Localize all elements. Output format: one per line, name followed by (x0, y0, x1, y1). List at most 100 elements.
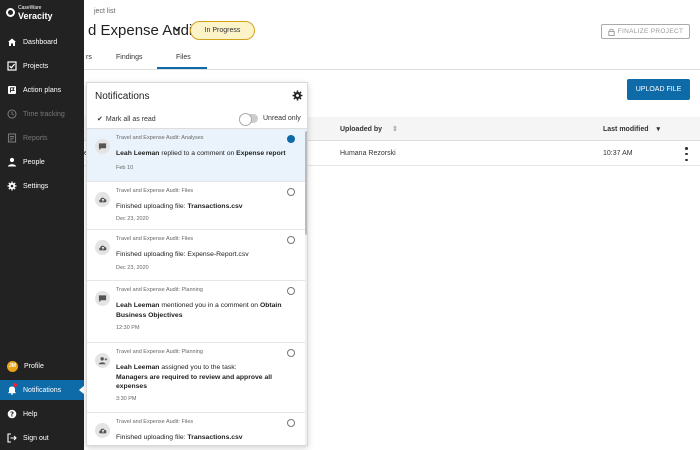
divider (84, 69, 700, 70)
mark-all-read-button[interactable]: ✔ Mark all as read (97, 115, 156, 124)
unread-only-toggle[interactable] (239, 113, 258, 126)
notifications-panel: Notifications ✔ Mark all as read Unread … (86, 82, 308, 446)
sidebar-item-notifications[interactable]: Notifications (0, 380, 85, 400)
notification-time: Dec 23, 2020 (116, 216, 149, 222)
sort-icon: ⇕ (391, 126, 398, 133)
sidebar-item-label: Action plans (23, 86, 62, 94)
sidebar-item-label: Projects (23, 62, 49, 70)
sidebar-item-people[interactable]: People (0, 152, 84, 172)
person-icon (7, 157, 17, 167)
gear-icon (7, 181, 17, 191)
tab-findings[interactable]: Findings (116, 54, 142, 61)
notification-message: Finished uploading file: Transactions.cs… (116, 203, 243, 210)
help-icon: ? (7, 409, 17, 419)
column-header-uploaded-by[interactable]: Uploaded by ⇕ (340, 125, 398, 133)
sidebar-item-label: Profile (24, 362, 44, 370)
notification-time: Dec 23, 2020 (116, 265, 149, 271)
notification-message: Finished uploading file: Expense-Report.… (116, 251, 249, 258)
notification-item[interactable]: Travel and Expense Audit: Planning Leah … (87, 343, 305, 413)
cell-last-modified: 10:37 AM (603, 150, 633, 157)
notification-time: 3:30 PM (116, 396, 137, 402)
sidebar-item-time-tracking[interactable]: Time tracking (0, 104, 84, 124)
notification-message: Finished uploading file: Transactions.cs… (116, 434, 243, 441)
notification-message: Leah Leeman mentioned you in a comment o… (116, 302, 282, 319)
cloud-upload-icon (95, 192, 110, 207)
sidebar-item-label: Reports (23, 134, 48, 142)
notification-context: Travel and Expense Audit: Planning (116, 287, 203, 293)
brand-logo[interactable]: CaseWare Veracity (0, 0, 84, 30)
upload-file-button[interactable]: UPLOAD FILE (627, 79, 690, 100)
notification-message: Leah Leeman replied to a comment on Expe… (116, 150, 286, 157)
gear-icon[interactable] (292, 90, 303, 101)
cloud-upload-icon (95, 240, 110, 255)
read-indicator[interactable] (287, 236, 295, 244)
column-header-last-modified[interactable]: Last modified ▾ (603, 125, 660, 133)
caseware-logo-icon (6, 8, 15, 17)
sidebar-item-signout[interactable]: Sign out (0, 428, 84, 448)
sidebar-item-label: Sign out (23, 434, 49, 442)
unread-only-label: Unread only (263, 115, 301, 122)
sidebar: CaseWare Veracity Dashboard Projects Act… (0, 0, 85, 450)
sidebar-item-label: Help (23, 410, 38, 418)
notification-item[interactable]: Travel and Expense Audit: Analyses Leah … (87, 129, 305, 182)
checkmark-icon: ✔ (97, 116, 103, 123)
sidebar-item-label: People (23, 158, 45, 166)
notification-item[interactable]: Travel and Expense Audit: Planning Leah … (87, 281, 305, 343)
notification-time: 12:30 PM (116, 325, 140, 331)
unread-dot-icon (13, 383, 17, 387)
sidebar-item-label: Time tracking (23, 110, 65, 118)
sidebar-item-label: Dashboard (23, 38, 58, 46)
panel-pointer-icon (79, 385, 85, 395)
sidebar-item-label: Notifications (23, 386, 62, 394)
sidebar-item-projects[interactable]: Projects (0, 56, 84, 76)
notification-item[interactable]: Travel and Expense Audit: Files Finished… (87, 230, 305, 281)
scrollbar-thumb[interactable] (305, 131, 307, 235)
comment-icon (95, 291, 110, 306)
tab-files[interactable]: Files (176, 54, 191, 61)
breadcrumb[interactable]: ject list (94, 8, 115, 15)
sidebar-item-action-plans[interactable]: Action plans (0, 80, 84, 100)
chevron-down-icon[interactable] (173, 24, 181, 35)
sidebar-item-profile[interactable]: JM Profile (0, 356, 84, 376)
unread-indicator[interactable] (287, 135, 295, 143)
more-options-icon[interactable] (684, 147, 689, 161)
panel-title: Notifications (95, 91, 150, 102)
svg-text:?: ? (10, 411, 14, 419)
report-icon (7, 133, 17, 143)
notification-context: Travel and Expense Audit: Planning (116, 349, 203, 355)
status-badge: In Progress (190, 21, 255, 40)
sidebar-item-help[interactable]: ? Help (0, 404, 84, 424)
notification-message: Leah Leeman assigned you to the task: Ma… (116, 364, 273, 390)
notification-context: Travel and Expense Audit: Files (116, 188, 194, 194)
notification-time: Feb 10 (116, 165, 134, 171)
home-icon (7, 37, 17, 47)
cell-uploaded-by: Humana Rezorski (340, 150, 396, 157)
read-indicator[interactable] (287, 287, 295, 295)
tab-partial[interactable]: rs (86, 54, 92, 61)
notification-context: Travel and Expense Audit: Analyses (116, 135, 204, 141)
sidebar-item-label: Settings (23, 182, 49, 190)
notification-context: Travel and Expense Audit: Files (116, 236, 194, 242)
read-indicator[interactable] (287, 349, 295, 357)
assign-user-icon (95, 353, 110, 368)
notification-item[interactable]: Travel and Expense Audit: Files Finished… (87, 413, 305, 445)
read-indicator[interactable] (287, 419, 295, 427)
read-indicator[interactable] (287, 188, 295, 196)
notification-item[interactable]: Travel and Expense Audit: Files Finished… (87, 182, 305, 230)
brand-product: Veracity (18, 11, 53, 21)
avatar: JM (7, 360, 18, 372)
clock-icon (7, 109, 17, 119)
flag-icon (7, 85, 17, 95)
sort-desc-icon: ▾ (656, 126, 660, 133)
lock-icon (608, 28, 615, 36)
comment-icon (95, 139, 110, 154)
sidebar-item-reports[interactable]: Reports (0, 128, 84, 148)
sign-out-icon (7, 433, 17, 443)
sidebar-item-settings[interactable]: Settings (0, 176, 84, 196)
checkbox-icon (7, 61, 17, 71)
sidebar-item-dashboard[interactable]: Dashboard (0, 32, 84, 52)
cloud-upload-icon (95, 423, 110, 438)
finalize-label: FINALIZE PROJECT (617, 28, 684, 35)
notification-context: Travel and Expense Audit: Files (116, 419, 194, 425)
finalize-project-button[interactable]: FINALIZE PROJECT (601, 24, 690, 39)
